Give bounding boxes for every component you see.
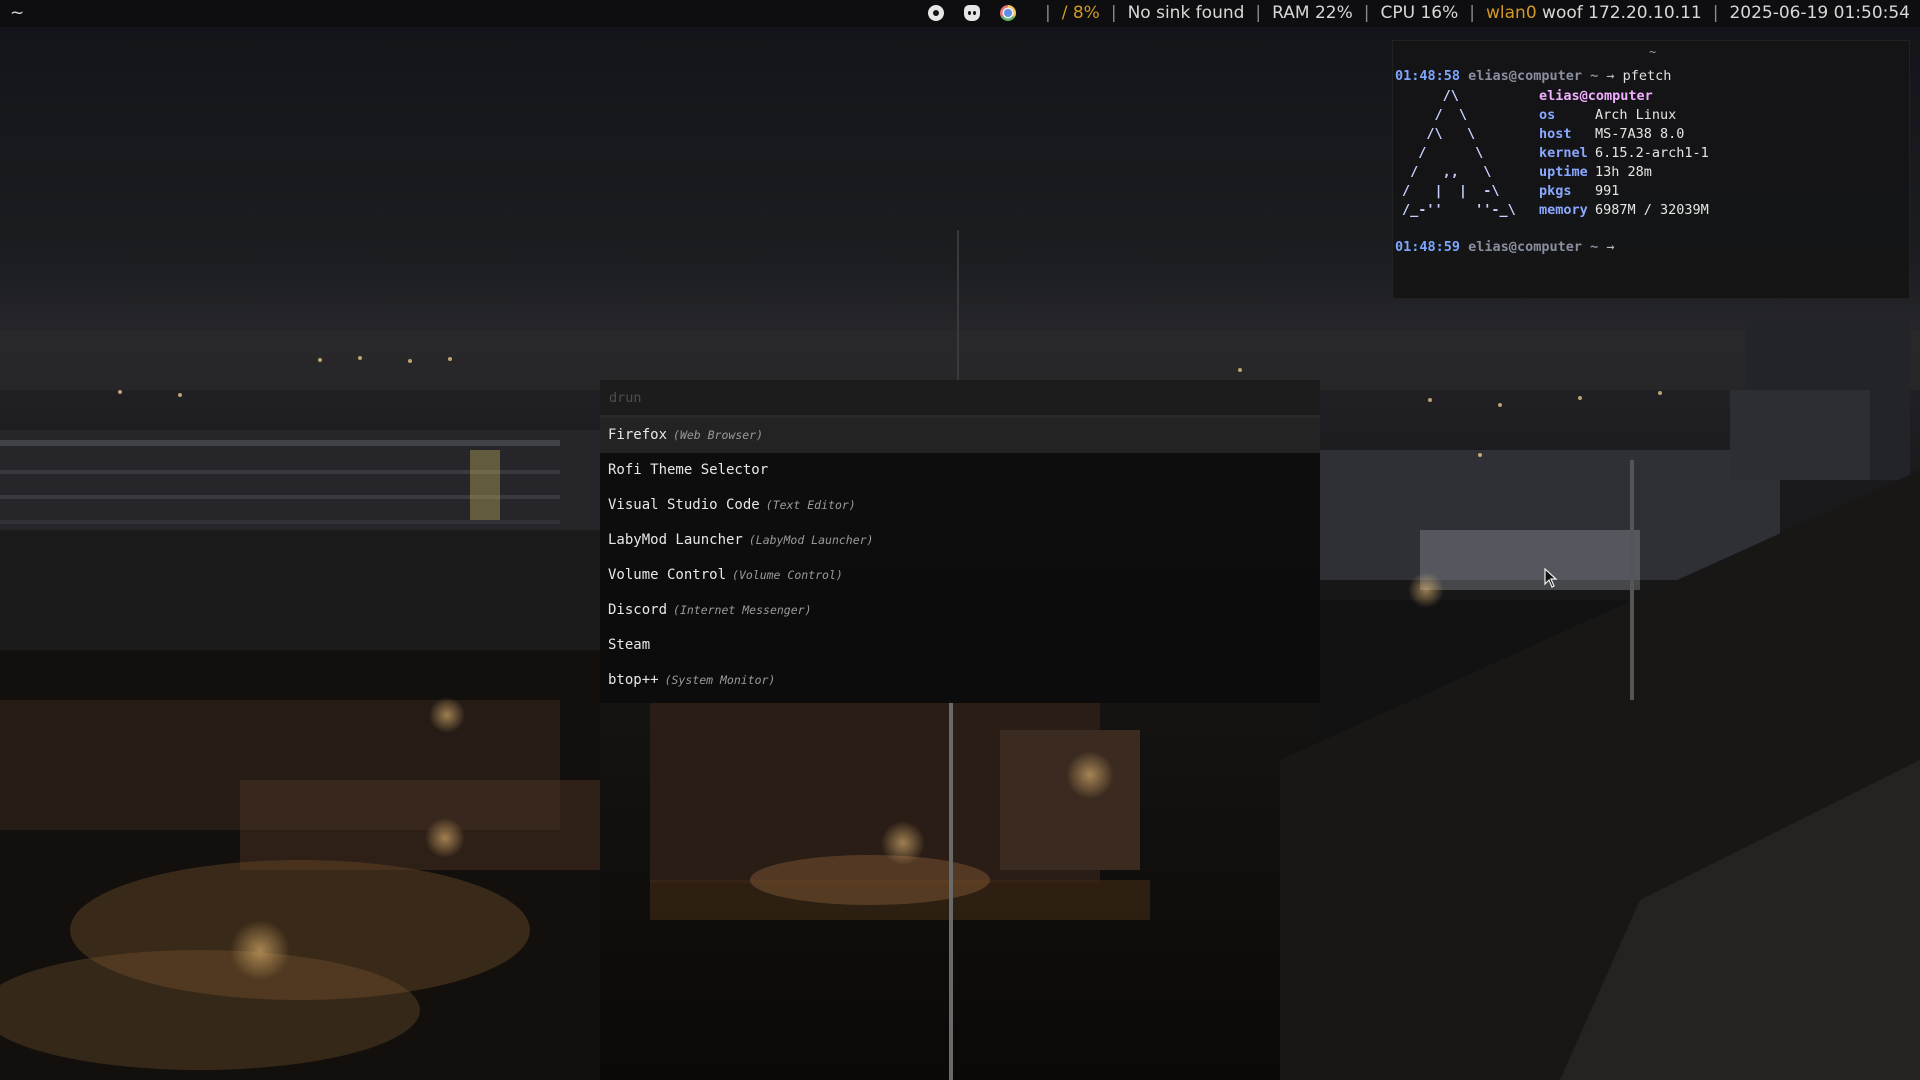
app-item-firefox[interactable]: Firefox (Web Browser) <box>600 418 1320 453</box>
app-item-volume-control[interactable]: Volume Control (Volume Control) <box>600 558 1320 593</box>
workspace-indicator[interactable]: ~ <box>10 3 24 23</box>
network-interface: wlan0 <box>1486 3 1537 23</box>
arch-logo-ascii: /\ / \ /\ \ / \ / ,, \ / | | -\ /_-'' ''… <box>1402 88 1516 218</box>
terminal-prompt: 01:48:58 elias@computer ~ → pfetch <box>1395 68 1672 84</box>
terminal-prompt[interactable]: 01:48:59 elias@computer ~ → <box>1395 238 1615 257</box>
rofi-launcher: Firefox(Web Browser) Rofi Theme Selector… <box>600 380 1320 703</box>
system-tray <box>927 5 1016 21</box>
ram-usage: RAM 22% <box>1272 3 1353 23</box>
rofi-input-bar <box>600 380 1320 418</box>
pfetch-info: elias@computer os Arch Linux host MS-7A38 … <box>1539 88 1709 218</box>
app-item-vscode[interactable]: Visual Studio Code (Text Editor) <box>600 488 1320 523</box>
clock: 2025-06-19 01:50:54 <box>1729 3 1910 23</box>
network-info: woof 172.20.10.11 <box>1542 3 1702 23</box>
discord-icon[interactable] <box>963 5 980 21</box>
cpu-usage: CPU 16% <box>1380 3 1459 23</box>
terminal-window[interactable]: ~ 01:48:58 elias@computer ~ → pfetch /\ … <box>1392 40 1910 299</box>
mouse-cursor-icon <box>1544 568 1558 588</box>
status-bar: ~ | / 8% | No sink found | RAM 22% | CPU… <box>0 0 1920 27</box>
audio-status[interactable]: No sink found <box>1128 3 1245 23</box>
app-item-btop[interactable]: btop++ (System Monitor) <box>600 663 1320 698</box>
rofi-app-list: Firefox (Web Browser) Rofi Theme Selector… <box>600 418 1320 698</box>
pfetch-user-host: elias@computer <box>1539 88 1653 104</box>
disk-usage: / 8% <box>1061 3 1100 23</box>
terminal-command: pfetch <box>1622 68 1672 84</box>
app-item-discord[interactable]: Discord (Internet Messenger) <box>600 593 1320 628</box>
app-item-labymod[interactable]: LabyMod Launcher (LabyMod Launcher) <box>600 523 1320 558</box>
chrome-icon[interactable] <box>999 5 1016 21</box>
rofi-search-input[interactable] <box>607 387 1311 409</box>
terminal-title: ~ <box>1649 45 1657 59</box>
app-item-rofi-theme-selector[interactable]: Rofi Theme Selector <box>600 453 1320 488</box>
steam-icon[interactable] <box>927 5 944 21</box>
app-item-steam[interactable]: Steam <box>600 628 1320 663</box>
